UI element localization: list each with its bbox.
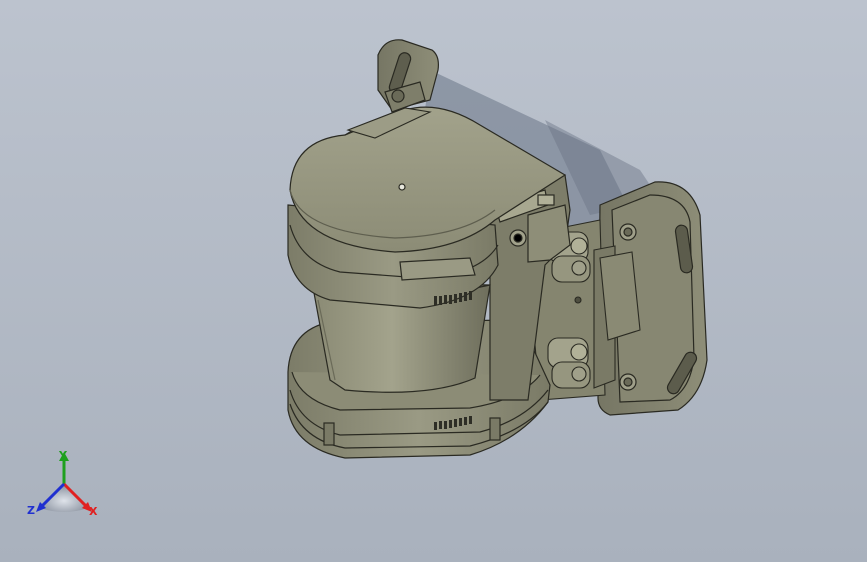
laser-scanner-model[interactable] — [0, 0, 867, 562]
z-axis-label: Z — [27, 504, 35, 517]
x-axis-label: X — [89, 505, 98, 518]
bracket-bolt — [391, 89, 405, 103]
lid-screw — [398, 183, 406, 191]
y-axis-label: Y — [59, 449, 67, 462]
graphics-viewport[interactable]: X Y Z — [0, 0, 867, 562]
latch-button — [537, 194, 555, 206]
view-orientation-triad[interactable]: X Y Z — [22, 446, 106, 524]
